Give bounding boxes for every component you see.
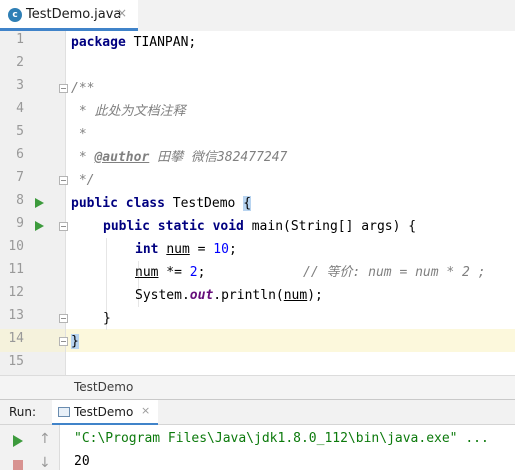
matched-brace: {: [243, 196, 252, 211]
fold-marker-icon[interactable]: [59, 176, 68, 185]
code-line-3: /**: [71, 81, 95, 96]
run-class-icon[interactable]: [35, 198, 44, 208]
breadcrumb: TestDemo: [0, 375, 515, 399]
method-signature: main(String[] args) {: [243, 219, 417, 234]
breadcrumb-item[interactable]: TestDemo: [74, 380, 133, 394]
code-line-14: }: [71, 330, 79, 353]
code-line-13: }: [103, 311, 111, 326]
code-line-1: package TIANPAN;: [71, 31, 196, 54]
java-class-icon: c: [8, 8, 22, 22]
keyword: int: [135, 242, 159, 257]
console-command-line: "C:\Program Files\Java\jdk1.8.0_112\bin\…: [74, 431, 489, 446]
javadoc-tag: @author: [94, 150, 150, 165]
stop-icon[interactable]: [13, 460, 23, 470]
close-icon[interactable]: ×: [117, 6, 127, 20]
variable: num: [283, 288, 308, 303]
line-number: 9: [16, 216, 24, 231]
line-number: 3: [16, 78, 24, 93]
run-main-icon[interactable]: [35, 221, 44, 231]
code-line-7: */: [71, 173, 95, 188]
matched-brace: }: [71, 334, 79, 349]
run-tab-label: TestDemo: [74, 405, 134, 419]
package-name: TIANPAN;: [125, 35, 197, 50]
fold-marker-icon[interactable]: [59, 84, 68, 93]
line-number: 15: [8, 354, 24, 369]
line-number: 2: [16, 55, 24, 70]
comment-prefix: *: [71, 150, 95, 165]
run-tab-testdemo[interactable]: TestDemo ×: [52, 400, 158, 426]
line-comment: // 等价: num = num * 2 ;: [303, 265, 486, 280]
number-literal: 10: [213, 242, 229, 257]
keyword: package: [71, 35, 126, 50]
code-editor[interactable]: 1 2 3 4 5 6 7 8 9 10 11 12 13 14 15 pack…: [0, 31, 515, 375]
class-ref: System.: [135, 288, 190, 303]
line-number: 13: [8, 308, 24, 323]
line-number: 7: [16, 170, 24, 185]
semicolon: ;: [228, 242, 237, 257]
code-line-10: int num = 10;: [135, 238, 237, 261]
editor-tab-bar: c TestDemo.java ×: [0, 0, 515, 32]
console-icon: [58, 407, 70, 417]
variable: num: [135, 265, 159, 280]
fold-marker-icon[interactable]: [59, 337, 68, 346]
tab-testdemo-java[interactable]: c TestDemo.java ×: [0, 0, 138, 31]
semicolon: ;: [197, 265, 206, 280]
keyword: public class: [71, 196, 165, 211]
code-line-12: System.out.println(num);: [135, 284, 323, 307]
tab-label: TestDemo.java: [26, 7, 122, 22]
line-number: 1: [16, 32, 24, 47]
variable: num: [166, 242, 190, 257]
code-line-5: *: [71, 127, 87, 142]
console-toolbar: ↑ ↓: [0, 425, 60, 471]
scroll-down-icon[interactable]: ↓: [39, 455, 51, 471]
fold-marker-icon[interactable]: [59, 314, 68, 323]
fold-marker-icon[interactable]: [59, 222, 68, 231]
operator: *=: [158, 265, 190, 280]
comment-text: 田攀 微信382477247: [149, 150, 288, 165]
line-number: 8: [16, 193, 24, 208]
line-number: 5: [16, 124, 24, 139]
keyword: public static void: [103, 219, 244, 234]
code-line-9: public static void main(String[] args) {: [103, 215, 416, 238]
run-console[interactable]: ↑ ↓ "C:\Program Files\Java\jdk1.8.0_112\…: [0, 425, 515, 471]
number-literal: 2: [189, 265, 198, 280]
run-panel-label: Run:: [9, 405, 37, 419]
ide-window: c TestDemo.java × 1 2 3 4 5 6 7 8 9 10 1…: [0, 0, 515, 471]
call-end: );: [307, 288, 323, 303]
rerun-icon[interactable]: [13, 435, 23, 447]
current-line-highlight: [66, 329, 515, 352]
line-number: 14: [8, 331, 24, 346]
run-panel-header: Run: TestDemo ×: [0, 399, 515, 426]
method-call: .println(: [213, 288, 284, 303]
line-number: 4: [16, 101, 24, 116]
operator: =: [189, 242, 214, 257]
code-line-8: public class TestDemo {: [71, 192, 252, 215]
class-name: TestDemo: [164, 196, 244, 211]
gutter-separator: [65, 31, 66, 375]
static-field: out: [189, 288, 214, 303]
line-number: 6: [16, 147, 24, 162]
line-number: 10: [8, 239, 24, 254]
line-number: 12: [8, 285, 24, 300]
close-icon[interactable]: ×: [141, 404, 150, 417]
console-output: 20: [74, 454, 90, 469]
scroll-up-icon[interactable]: ↑: [39, 431, 51, 447]
code-line-11: num *= 2;: [135, 261, 205, 284]
code-line-4: * 此处为文档注释: [71, 104, 186, 119]
code-line-6: * @author 田攀 微信382477247: [71, 146, 288, 169]
line-number: 11: [8, 262, 24, 277]
